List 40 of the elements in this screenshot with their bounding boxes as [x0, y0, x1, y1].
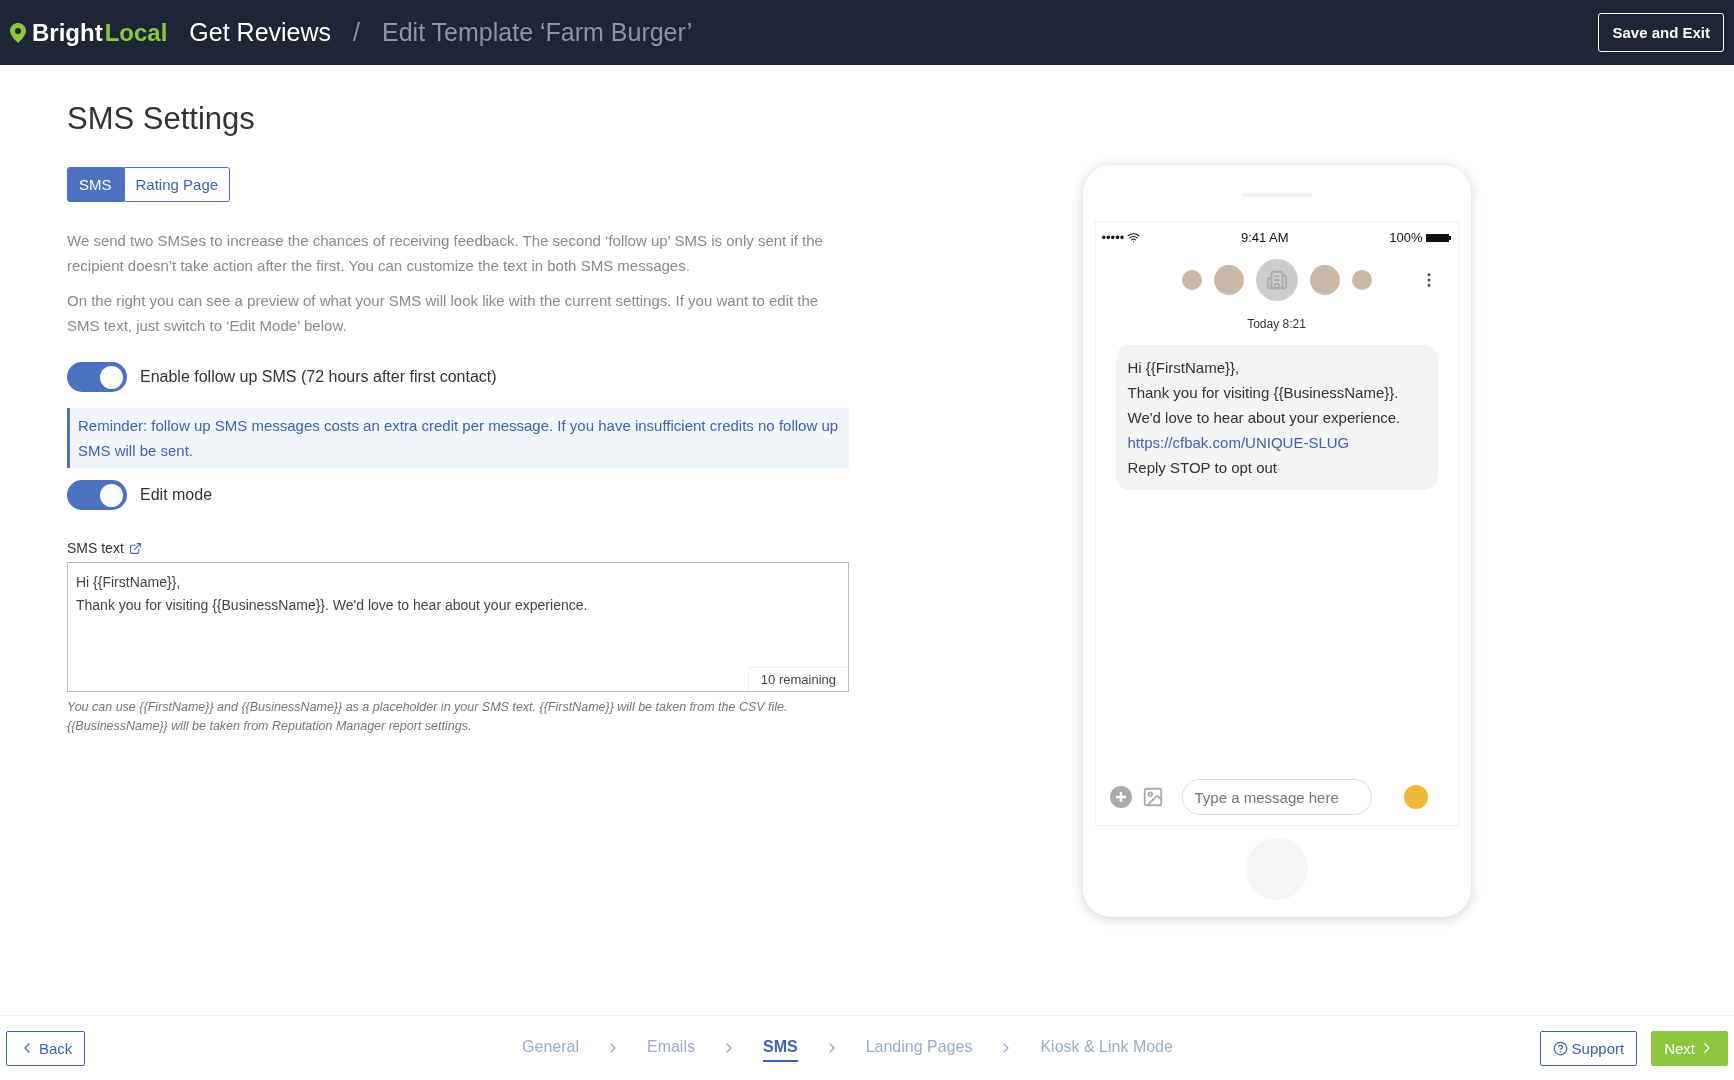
external-link-icon[interactable] [128, 541, 142, 555]
battery-icon [1425, 232, 1452, 243]
message-input[interactable]: Type a message here [1181, 779, 1372, 815]
signal-dots: ••••• [1101, 230, 1125, 245]
toggle-label: Enable follow up SMS (72 hours after first contact) [140, 368, 497, 386]
field-label: SMS text [67, 540, 124, 556]
message-text: Thank you for visiting {{BusinessName}}. [1127, 383, 1400, 403]
breadcrumb-separator: / [353, 18, 360, 47]
toggle-switch[interactable] [67, 362, 127, 392]
status-time: 9:41 AM [1239, 230, 1290, 245]
building-icon [1255, 259, 1298, 301]
page-title: Edit Template ‘Farm Burger’ [382, 18, 693, 47]
tab[interactable]: Rating Page [123, 167, 231, 202]
toggle-label: Edit mode [140, 486, 213, 504]
save-and-exit-button[interactable]: Save and Exit [1598, 13, 1724, 52]
toggle-switch[interactable] [67, 480, 127, 510]
avatar-circle [1213, 265, 1244, 295]
message-timestamp: Today 8:21 [1246, 317, 1307, 331]
breadcrumb-link[interactable]: Get Reviews [189, 18, 332, 47]
tab[interactable]: SMS [67, 167, 124, 202]
step-link[interactable]: SMS [762, 1034, 798, 1062]
avatar-circle [1351, 270, 1372, 290]
remaining-count: 10 remaining [747, 667, 848, 691]
avatar-circle [1181, 270, 1202, 290]
avatar-circle [1309, 265, 1340, 295]
message-text: We'd love to hear about your experience. [1127, 408, 1402, 428]
help-icon [1552, 1040, 1568, 1056]
message-link[interactable]: https://cfbak.com/UNIQUE-SLUG [1127, 430, 1426, 455]
help-text: You can use {{FirstName}} and {{BusinessName}} as a placeholder in your SMS text. {{FirstName}} will be taken from the CSV file. {{BusinessName}} will be taken from Reputation Manager report settings. [67, 699, 789, 735]
message-text: Hi {{FirstName}}, [1127, 358, 1241, 378]
support-button[interactable]: Support [1539, 1030, 1638, 1066]
back-button[interactable]: Back [6, 1030, 86, 1066]
description-text: We send two SMSes to increase the chances of receiving feedback. The second ‘follow up’ SMS is only sent if the recipient doesn’t take action after the first. You can customize the text in both SMS messages. [67, 231, 824, 276]
battery-text: 100% [1389, 230, 1423, 245]
page-heading: SMS Settings [67, 101, 256, 137]
reminder-notice: Reminder: follow up SMS messages costs an extra credit per message. If you have insufficient credits no follow up SMS will be sent. [67, 408, 849, 468]
description-text: On the right you can see a preview of what your SMS will look like with the current settings. If you want to edit the SMS text, just switch to ‘Edit Mode’ below. [67, 291, 820, 336]
wifi-icon [1127, 231, 1141, 244]
message-text: Reply STOP to opt out [1127, 458, 1279, 478]
brand-logo: BrightLocal [6, 18, 168, 47]
